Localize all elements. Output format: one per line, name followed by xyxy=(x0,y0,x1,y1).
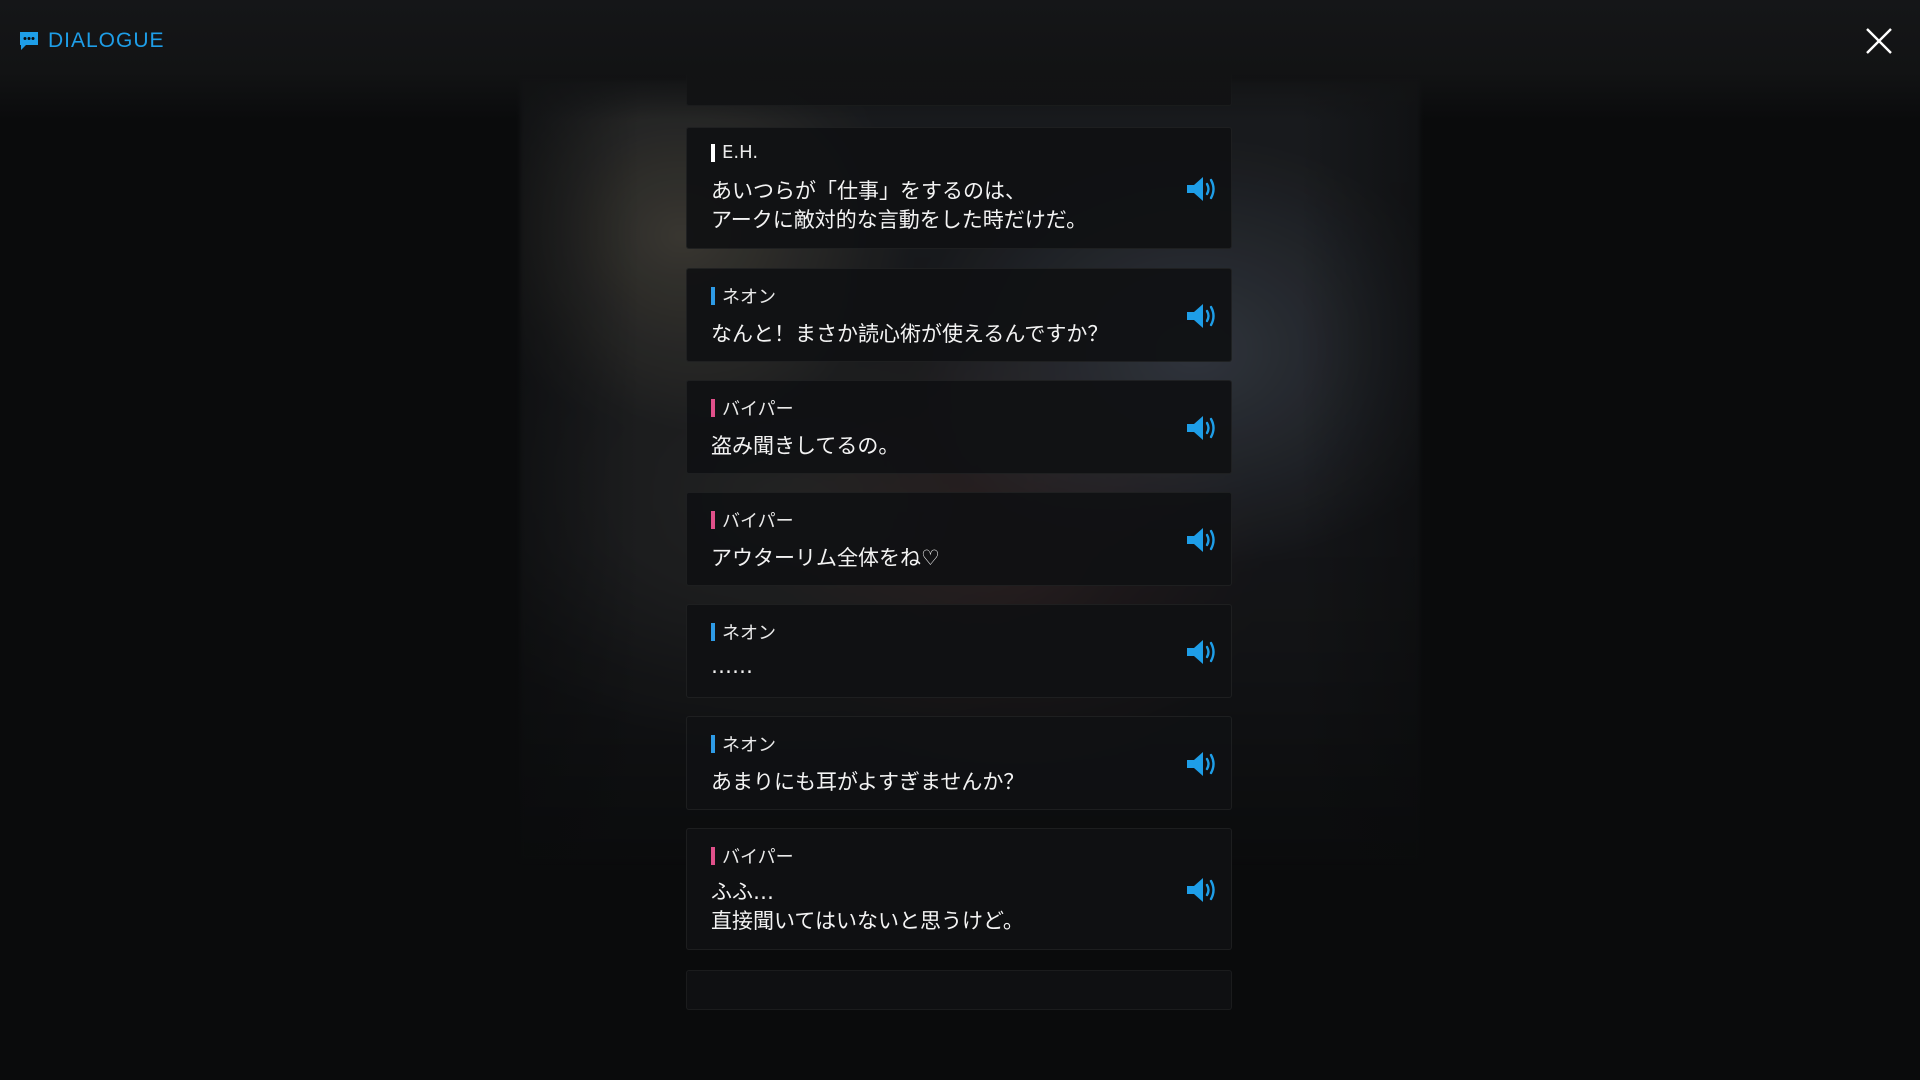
voice-play-button[interactable] xyxy=(1185,638,1219,666)
speaker-volume-icon xyxy=(1187,878,1215,902)
dialogue-card: E.H. あいつらが「仕事」をするのは、 アークに敵対的な言動をした時だけだ。 xyxy=(686,127,1232,249)
dialogue-card: ネオン なんと！まさか読心術が使えるんですか？ xyxy=(686,268,1232,362)
dialogue-card: バイパー アウターリム全体をね♡ xyxy=(686,492,1232,586)
speaker-volume-icon xyxy=(1187,752,1215,776)
dialogue-card-partial-bottom xyxy=(686,970,1232,1010)
dialogue-line: 直接聞いてはいないと思うけど。 xyxy=(711,909,1024,933)
speaker-label: ネオン xyxy=(711,283,776,309)
speaker-color-bar xyxy=(711,399,715,417)
dialogue-line: アークに敵対的な言動をした時だけだ。 xyxy=(711,208,1088,232)
page-title: DIALOGUE xyxy=(48,29,165,52)
speaker-name: バイパー xyxy=(722,511,794,532)
speaker-label: バイパー xyxy=(711,507,794,533)
speaker-name: バイパー xyxy=(722,847,794,868)
speaker-color-bar xyxy=(711,511,715,529)
voice-play-button[interactable] xyxy=(1185,302,1219,330)
speaker-volume-icon xyxy=(1187,528,1215,552)
dialogue-card: ネオン あまりにも耳がよすぎませんか？ xyxy=(686,716,1232,810)
speaker-volume-icon xyxy=(1187,304,1215,328)
dialogue-log[interactable]: E.H. あいつらが「仕事」をするのは、 アークに敵対的な言動をした時だけだ。 … xyxy=(686,0,1234,1080)
dialogue-line: あいつらが「仕事」をするのは、 xyxy=(711,179,1026,203)
speaker-label: E.H. xyxy=(711,142,758,163)
speaker-color-bar xyxy=(711,735,715,753)
close-icon xyxy=(1866,28,1892,54)
dialogue-line: …… xyxy=(711,654,753,678)
dialogue-card: バイパー 盗み聞きしてるの。 xyxy=(686,380,1232,474)
speaker-volume-icon xyxy=(1187,640,1215,664)
top-bar xyxy=(0,0,1920,120)
speaker-color-bar xyxy=(711,847,715,865)
speaker-label: バイパー xyxy=(711,395,794,421)
dialogue-line: あまりにも耳がよすぎませんか？ xyxy=(711,770,1025,794)
speaker-color-bar xyxy=(711,287,715,305)
chat-bubble-icon xyxy=(20,32,38,50)
speaker-name: ネオン xyxy=(722,623,776,644)
voice-play-button[interactable] xyxy=(1185,750,1219,778)
close-button[interactable] xyxy=(1862,24,1896,58)
speaker-label: バイパー xyxy=(711,843,794,869)
speaker-label: ネオン xyxy=(711,731,776,757)
background-fade-left xyxy=(420,80,640,880)
speaker-color-bar xyxy=(711,623,715,641)
speaker-name: ネオン xyxy=(722,735,776,756)
voice-play-button[interactable] xyxy=(1185,876,1219,904)
dialogue-line: ふふ… xyxy=(711,880,774,904)
speaker-name: ネオン xyxy=(722,287,776,308)
speaker-volume-icon xyxy=(1187,416,1215,440)
speaker-label: ネオン xyxy=(711,619,776,645)
background-fade-right xyxy=(1300,80,1520,880)
speaker-volume-icon xyxy=(1187,177,1215,201)
speaker-color-bar xyxy=(711,143,715,162)
voice-play-button[interactable] xyxy=(1185,175,1219,203)
dialogue-header: DIALOGUE xyxy=(18,26,165,56)
speaker-name: E.H. xyxy=(722,142,759,163)
speaker-name: バイパー xyxy=(722,399,794,420)
dialogue-card: バイパー ふふ… 直接聞いてはいないと思うけど。 xyxy=(686,828,1232,950)
dialogue-line: なんと！まさか読心術が使えるんですか？ xyxy=(711,322,1109,346)
voice-play-button[interactable] xyxy=(1185,414,1219,442)
voice-play-button[interactable] xyxy=(1185,526,1219,554)
dialogue-line: 盗み聞きしてるの。 xyxy=(711,434,900,458)
dialogue-card: ネオン …… xyxy=(686,604,1232,698)
dialogue-line: アウターリム全体をね♡ xyxy=(711,546,940,570)
